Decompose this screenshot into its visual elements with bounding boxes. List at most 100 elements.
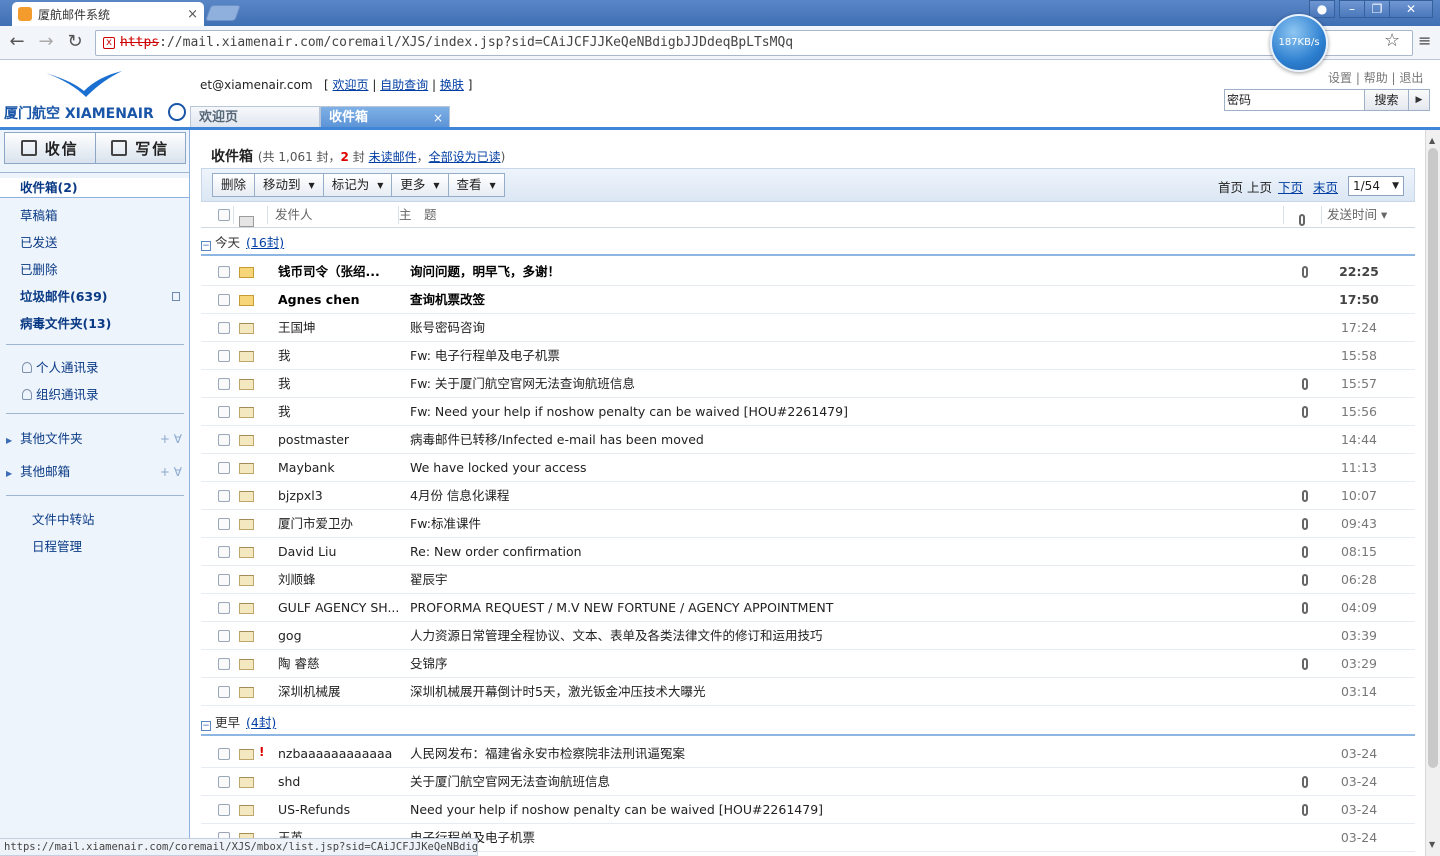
sidebar-item-personal-contacts[interactable]: 个人通讯录 — [22, 358, 99, 378]
message-sender[interactable]: 我 — [278, 370, 398, 398]
table-row[interactable]: Maybank We have locked your access 11:13 — [201, 454, 1415, 482]
sidebar-item-spam[interactable]: 垃圾邮件(639) — [20, 287, 108, 307]
message-sender[interactable]: Maybank — [278, 454, 398, 482]
search-input[interactable]: 密码 — [1225, 90, 1365, 110]
message-subject[interactable]: 询问问题，明早飞，多谢！ — [410, 258, 1290, 286]
tab-inbox[interactable]: 收件箱 × — [320, 106, 450, 128]
search-options-icon[interactable]: ▶ — [1409, 90, 1429, 110]
table-row[interactable]: postmaster 病毒邮件已转移/Infected e-mail has be… — [201, 426, 1415, 454]
folder-actions-icon[interactable]: + ∀ — [160, 429, 182, 449]
table-row[interactable]: 我 Fw: 电子行程单及电子机票 15:58 — [201, 342, 1415, 370]
message-subject[interactable]: 深圳机械展开幕倒计时5天，激光钣金冲压技术大曝光 — [410, 678, 1290, 706]
message-subject[interactable]: We have locked your access — [410, 454, 1290, 482]
message-sender[interactable]: postmaster — [278, 426, 398, 454]
search-button[interactable]: 搜索 — [1365, 90, 1409, 110]
table-row[interactable]: bjzpxl3 4月份 信息化课程 10:07 — [201, 482, 1415, 510]
message-subject[interactable]: 账号密码咨询 — [410, 314, 1290, 342]
row-checkbox[interactable] — [218, 804, 230, 819]
row-checkbox[interactable] — [218, 602, 230, 617]
date-group-header[interactable]: − 今天 (16封) — [201, 230, 1415, 256]
message-subject[interactable]: 殳锦序 — [410, 650, 1290, 678]
scroll-thumb[interactable] — [1428, 148, 1438, 768]
network-speed-widget[interactable]: 187KB/s — [1270, 14, 1328, 72]
table-row[interactable]: 深圳机械展 深圳机械展开幕倒计时5天，激光钣金冲压技术大曝光 03:14 — [201, 678, 1415, 706]
message-sender[interactable]: David Liu — [278, 538, 398, 566]
table-row[interactable]: Agnes chen 查询机票改签 17:50 — [201, 286, 1415, 314]
forward-icon[interactable]: → — [35, 32, 57, 54]
scroll-up-icon[interactable]: ▲ — [1429, 136, 1435, 145]
table-row[interactable]: gog 人力资源日常管理全程协议、文本、表单及各类法律文件的修订和运用技巧 03:3… — [201, 622, 1415, 650]
collapse-icon[interactable]: − — [201, 721, 211, 731]
row-checkbox[interactable] — [218, 350, 230, 365]
row-checkbox[interactable] — [218, 378, 230, 393]
sidebar-item-virus[interactable]: 病毒文件夹(13) — [20, 314, 111, 334]
message-subject[interactable]: Re: New order confirmation — [410, 538, 1290, 566]
sidebar-item-calendar[interactable]: 日程管理 — [32, 537, 82, 557]
row-checkbox[interactable] — [218, 266, 230, 281]
table-row[interactable]: 厦门市爱卫办 Fw:标准课件 09:43 — [201, 510, 1415, 538]
from-column[interactable]: 发件人 — [275, 202, 313, 228]
message-sender[interactable]: 王国坤 — [278, 314, 398, 342]
reload-icon[interactable]: ↻ — [64, 32, 86, 54]
last-page-link[interactable]: 末页 — [1313, 177, 1338, 196]
row-checkbox[interactable] — [218, 490, 230, 505]
row-checkbox[interactable] — [218, 406, 230, 421]
message-sender[interactable]: bjzpxl3 — [278, 482, 398, 510]
table-row[interactable]: US-Refunds Need your help if noshow penal… — [201, 796, 1415, 824]
more-button[interactable]: 更多 ▼ — [392, 174, 449, 196]
message-sender[interactable]: shd — [278, 768, 398, 796]
message-subject[interactable]: 人民网发布：福建省永安市检察院非法刑讯逼冤案 — [410, 740, 1290, 768]
tab-close-icon[interactable]: × — [433, 107, 443, 129]
logout-link[interactable]: 退出 — [1399, 71, 1423, 85]
message-subject[interactable]: Fw: Need your help if noshow penalty can… — [410, 398, 1290, 426]
message-sender[interactable]: GULF AGENCY SH... — [278, 594, 398, 622]
date-group-header[interactable]: − 更早 (4封) — [201, 710, 1415, 736]
move-to-button[interactable]: 移动到 ▼ — [255, 174, 324, 196]
message-subject[interactable]: 关于厦门航空官网无法查询航班信息 — [410, 768, 1290, 796]
row-checkbox[interactable] — [218, 518, 230, 533]
message-subject[interactable]: Need your help if noshow penalty can be … — [410, 796, 1290, 824]
sidebar-item-org-contacts[interactable]: 组织通讯录 — [22, 385, 99, 405]
row-checkbox[interactable] — [218, 294, 230, 309]
browser-menu-icon[interactable]: ≡ — [1418, 31, 1431, 50]
message-subject[interactable]: 人力资源日常管理全程协议、文本、表单及各类法律文件的修订和运用技巧 — [410, 622, 1290, 650]
sidebar-item-sent[interactable]: 已发送 — [20, 233, 58, 253]
restore-button[interactable]: ❐ — [1364, 0, 1390, 18]
table-row[interactable]: 王国坤 账号密码咨询 17:24 — [201, 314, 1415, 342]
sidebar-item-deleted[interactable]: 已删除 — [20, 260, 58, 280]
table-row[interactable]: ! nzbaaaaaaaaaaaa 人民网发布：福建省永安市检察院非法刑讯逼冤案 03… — [201, 740, 1415, 768]
row-checkbox[interactable] — [218, 686, 230, 701]
mailbox-actions-icon[interactable]: + ∀ — [160, 462, 182, 482]
message-sender[interactable]: nzbaaaaaaaaaaaa — [278, 740, 398, 768]
welcome-link[interactable]: 欢迎页 — [332, 78, 368, 92]
message-sender[interactable]: Agnes chen — [278, 286, 398, 314]
row-checkbox[interactable] — [218, 630, 230, 645]
bookmark-star-icon[interactable]: ☆ — [1384, 30, 1400, 51]
message-sender[interactable]: 厦门市爱卫办 — [278, 510, 398, 538]
delete-button[interactable]: 删除 — [213, 174, 256, 196]
row-checkbox[interactable] — [218, 322, 230, 337]
tab-welcome[interactable]: 欢迎页 — [190, 106, 320, 128]
settings-link[interactable]: 设置 — [1328, 71, 1352, 85]
sidebar-item-inbox[interactable]: 收件箱(2) — [0, 178, 189, 198]
close-window-button[interactable]: ✕ — [1389, 0, 1433, 18]
select-all-checkbox[interactable] — [218, 209, 230, 221]
message-subject[interactable]: Fw: 关于厦门航空官网无法查询航班信息 — [410, 370, 1290, 398]
table-row[interactable]: 钱币司令（张绍... 询问问题，明早飞，多谢！ 22:25 — [201, 258, 1415, 286]
row-checkbox[interactable] — [218, 748, 230, 763]
table-row[interactable]: 刘顺蜂 翟辰宇 06:28 — [201, 566, 1415, 594]
row-checkbox[interactable] — [218, 434, 230, 449]
page-select[interactable]: 1/54 ▼ — [1348, 176, 1404, 196]
sidebar-item-other-mailboxes[interactable]: ▶ 其他邮箱 + ∀ — [6, 462, 184, 484]
row-checkbox[interactable] — [218, 462, 230, 477]
new-tab-button[interactable] — [205, 5, 241, 21]
message-sender[interactable]: 刘顺蜂 — [278, 566, 398, 594]
message-subject[interactable]: Fw:标准课件 — [410, 510, 1290, 538]
receive-mail-button[interactable]: 收信 — [5, 133, 96, 163]
table-row[interactable]: David Liu Re: New order confirmation 08:15 — [201, 538, 1415, 566]
time-column[interactable]: 发送时间 ▾ — [1327, 202, 1387, 228]
table-row[interactable]: 我 Fw: 关于厦门航空官网无法查询航班信息 15:57 — [201, 370, 1415, 398]
collapse-icon[interactable]: − — [201, 241, 211, 251]
message-sender[interactable]: 陶 睿慈 — [278, 650, 398, 678]
message-subject[interactable]: 病毒邮件已转移/Infected e-mail has been moved — [410, 426, 1290, 454]
